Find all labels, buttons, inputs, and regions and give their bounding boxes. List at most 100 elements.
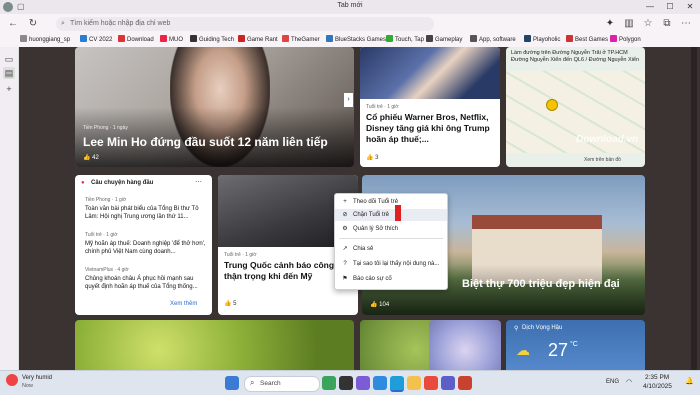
search-icon: ⌕ <box>61 20 65 27</box>
lee-likes: 42 <box>92 155 99 161</box>
favorite-site-icon <box>426 35 433 42</box>
favorites-icon[interactable]: ☆ <box>641 17 655 31</box>
context-menu-item[interactable]: + Theo dõi Tuổi trẻ <box>335 196 447 208</box>
villa-headline[interactable]: Biệt thự 700 triệu đẹp hiện đại <box>462 278 620 290</box>
favorite-item[interactable]: BlueStacks Games <box>326 35 386 46</box>
copilot-icon[interactable]: ✦ <box>603 17 617 31</box>
lee-like-button[interactable]: 👍 42 <box>83 154 99 161</box>
map-link[interactable]: Xem trên bản đồ <box>584 157 621 163</box>
favorite-item[interactable]: Gameplay <box>426 35 462 46</box>
taskbar-weather-text[interactable]: Very humid <box>22 375 52 381</box>
weather-alert-icon[interactable] <box>6 374 18 386</box>
app-icon-2[interactable] <box>339 376 353 390</box>
context-menu-item[interactable]: ↗ Chia sẻ <box>335 243 447 255</box>
collections-icon[interactable]: ⧉ <box>660 17 674 31</box>
warner-like-button[interactable]: 👍 3 <box>366 154 378 161</box>
title-bar: ▢ Tab mới — ☐ ✕ <box>0 0 700 14</box>
close-button[interactable]: ✕ <box>683 1 697 13</box>
app-icon-4[interactable] <box>373 376 387 390</box>
lee-headline[interactable]: Lee Min Ho đứng đầu suốt 12 năm liên tiế… <box>83 135 353 149</box>
context-menu-item[interactable]: ⊘ Chặn Tuổi trẻ <box>335 209 447 221</box>
file-explorer-icon[interactable] <box>407 376 421 390</box>
story-1-source: Tiền Phong · 1 giờ <box>85 197 127 203</box>
drinks-card[interactable] <box>429 320 501 370</box>
villa-like-button[interactable]: 👍 104 <box>370 301 389 308</box>
edge-browser-icon[interactable] <box>390 376 404 392</box>
favorite-item[interactable]: Best Games <box>566 35 608 46</box>
clock-time[interactable]: 2:35 PM <box>645 374 669 381</box>
weather-card[interactable]: ⚲ Dịch Vọng Hậu ☁ 27 °C <box>506 320 645 370</box>
favorite-item[interactable]: MUO <box>160 35 183 46</box>
notification-icon[interactable]: 🔔 <box>685 377 694 385</box>
context-menu-item[interactable]: ⚙ Quản lý Sở thích <box>335 223 447 235</box>
story-1-text[interactable]: Toàn văn bài phát biểu của Tổng Bí thư T… <box>85 205 209 221</box>
tab-view-icon[interactable]: ▭ <box>3 53 15 65</box>
split-screen-icon[interactable]: ▥ <box>622 17 636 31</box>
clock-date[interactable]: 4/10/2025 <box>643 383 672 390</box>
language-indicator[interactable]: ENG <box>606 379 619 385</box>
favorite-site-icon <box>386 35 393 42</box>
scrollbar[interactable] <box>691 47 697 370</box>
more-options-icon[interactable]: ⋯ <box>195 178 202 186</box>
taskbar: Very humid Now ⌕ Search ENG ◠ 2:35 PM 4/… <box>0 370 700 395</box>
favorite-site-icon <box>524 35 531 42</box>
app-icon-3[interactable] <box>356 376 370 390</box>
favorite-item[interactable]: TheGamer <box>282 35 320 46</box>
lee-minho-card[interactable]: Tiền Phong · 1 ngày Lee Min Ho đứng đầu … <box>75 47 354 167</box>
context-menu-item[interactable]: ⚑ Báo cáo sự cố <box>335 273 447 285</box>
location-pin-icon: ⚲ <box>514 326 519 332</box>
address-bar[interactable]: ⌕ Tìm kiếm hoặc nhập địa chỉ web <box>56 17 434 31</box>
navigation-bar: ← ↻ ⌕ Tìm kiếm hoặc nhập địa chỉ web ✦ ▥… <box>0 14 700 34</box>
favorite-item[interactable]: Polygon <box>610 35 641 46</box>
favorite-item[interactable]: Game Rant <box>238 35 278 46</box>
china-source: Tuổi trẻ · 1 giờ <box>224 252 257 258</box>
favorite-item[interactable]: Download <box>118 35 154 46</box>
refresh-button[interactable]: ↻ <box>26 17 40 31</box>
wifi-icon[interactable]: ◠ <box>626 378 632 386</box>
favorite-label: Game Rant <box>247 37 278 43</box>
menu-item-label: Chia sẻ <box>353 246 374 252</box>
favorite-label: huonggiang_sp <box>29 37 71 43</box>
add-tab-icon[interactable]: + <box>3 83 15 95</box>
warner-headline[interactable]: Cổ phiếu Warner Bros, Netflix, Disney tă… <box>366 112 496 145</box>
favorite-item[interactable]: Touch, Tap <box>386 35 424 46</box>
favorite-item[interactable]: Playoholic <box>524 35 560 46</box>
story-2-source: Tuổi trẻ · 1 giờ <box>85 232 118 238</box>
favorite-site-icon <box>610 35 617 42</box>
map-marker-icon <box>546 99 558 111</box>
carousel-next-icon[interactable]: › <box>344 93 353 107</box>
favorite-label: Guiding Tech <box>199 37 234 43</box>
china-like-button[interactable]: 👍 5 <box>224 300 236 307</box>
news-image <box>360 47 500 99</box>
new-tab-item-icon[interactable]: ▤ <box>3 67 15 79</box>
weather-temp: 27 <box>548 340 569 360</box>
warner-source: Tuổi trẻ · 1 giờ <box>366 104 399 110</box>
story-2-text[interactable]: Mỹ hoãn áp thuế: Doanh nghiệp 'để thở hơ… <box>85 240 209 256</box>
favorite-item[interactable]: huonggiang_sp <box>20 35 70 46</box>
more-menu-icon[interactable]: ⋯ <box>679 17 693 31</box>
story-3-text[interactable]: Chủng khoán châu Á phục hồi mạnh sau quy… <box>85 275 209 291</box>
app-icon-1[interactable] <box>322 376 336 390</box>
taskbar-search[interactable]: ⌕ Search <box>244 376 320 392</box>
favorite-item[interactable]: CV 2022 <box>80 35 112 46</box>
app-icon-5[interactable] <box>424 376 438 390</box>
start-button[interactable] <box>225 376 239 390</box>
menu-item-label: Chặn Tuổi trẻ <box>353 212 390 218</box>
warner-card[interactable]: Tuổi trẻ · 1 giờ Cổ phiếu Warner Bros, N… <box>360 47 500 167</box>
menu-separator <box>339 238 443 239</box>
watermark: Download.vn <box>576 134 639 145</box>
app-icon-6[interactable] <box>441 376 455 390</box>
favorite-item[interactable]: Guiding Tech <box>190 35 234 46</box>
address-placeholder: Tìm kiếm hoặc nhập địa chỉ web <box>70 20 171 27</box>
see-more-link[interactable]: Xem thêm <box>170 301 197 307</box>
favorite-site-icon <box>238 35 245 42</box>
app-icon-7[interactable] <box>458 376 472 390</box>
mango-card[interactable] <box>75 320 354 370</box>
favorite-item[interactable]: App, software <box>470 35 516 46</box>
context-menu-item[interactable]: ? Tại sao tôi lại thấy nội dung nà... <box>335 258 447 270</box>
favorite-site-icon <box>326 35 333 42</box>
maximize-button[interactable]: ☐ <box>663 1 677 13</box>
traffic-map-card[interactable]: Làm đường trên Đường Nguyễn Trãi ở TP.HC… <box>506 47 645 167</box>
back-button[interactable]: ← <box>6 17 20 31</box>
minimize-button[interactable]: — <box>643 1 657 13</box>
